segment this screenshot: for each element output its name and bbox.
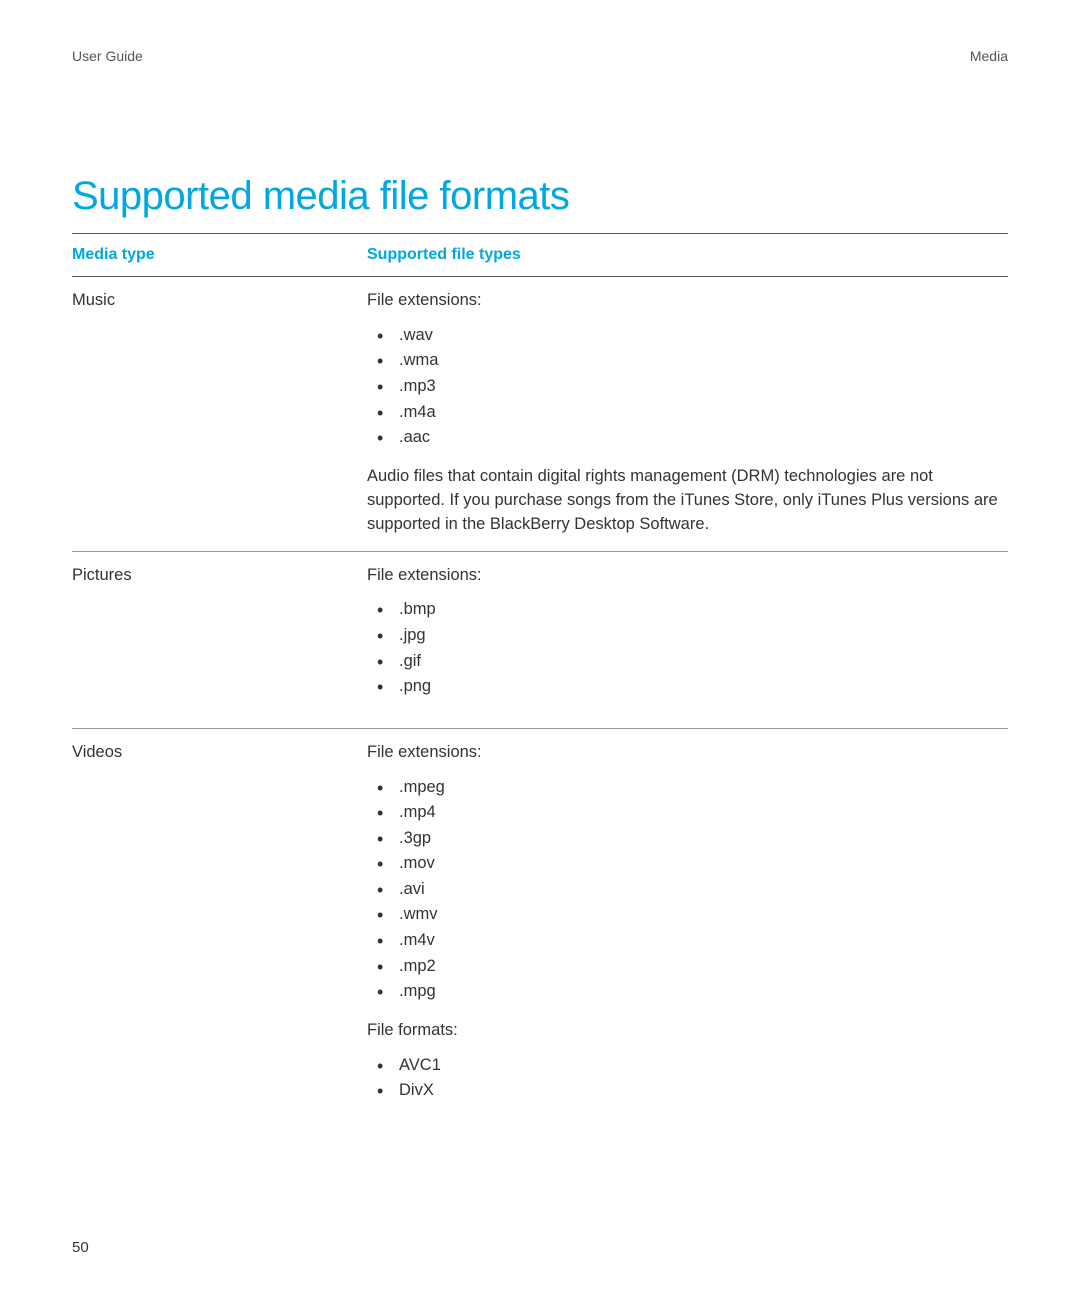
list-item: .jpg bbox=[377, 623, 1008, 649]
list-item: .avi bbox=[377, 877, 1008, 903]
header-left: User Guide bbox=[72, 48, 143, 64]
list-item: .wmv bbox=[377, 902, 1008, 928]
list-item: .gif bbox=[377, 649, 1008, 675]
page-title: Supported media file formats bbox=[72, 174, 1008, 219]
list-item: DivX bbox=[377, 1078, 1008, 1104]
page-number: 50 bbox=[72, 1239, 89, 1256]
extensions-lead: File extensions: bbox=[367, 564, 1008, 588]
formats-lead: File formats: bbox=[367, 1019, 1008, 1043]
list-item: .mpeg bbox=[377, 775, 1008, 801]
list-item: .mp4 bbox=[377, 800, 1008, 826]
list-item: .3gp bbox=[377, 826, 1008, 852]
col-header-media-type: Media type bbox=[72, 234, 367, 277]
list-item: .mp2 bbox=[377, 954, 1008, 980]
table-row: Pictures File extensions: .bmp .jpg .gif… bbox=[72, 551, 1008, 728]
extensions-lead: File extensions: bbox=[367, 741, 1008, 765]
header-right: Media bbox=[970, 48, 1008, 64]
list-item: .aac bbox=[377, 425, 1008, 451]
extensions-lead: File extensions: bbox=[367, 289, 1008, 313]
supported-types-cell: File extensions: .mpeg .mp4 .3gp .mov .a… bbox=[367, 728, 1008, 1118]
table-header-row: Media type Supported file types bbox=[72, 234, 1008, 277]
formats-list: AVC1 DivX bbox=[367, 1053, 1008, 1104]
list-item: .bmp bbox=[377, 597, 1008, 623]
extensions-list: .mpeg .mp4 .3gp .mov .avi .wmv .m4v .mp2… bbox=[367, 775, 1008, 1005]
media-type-cell: Music bbox=[72, 277, 367, 552]
music-drm-note: Audio files that contain digital rights … bbox=[367, 465, 1008, 537]
extensions-list: .bmp .jpg .gif .png bbox=[367, 597, 1008, 699]
list-item: .mpg bbox=[377, 979, 1008, 1005]
list-item: .png bbox=[377, 674, 1008, 700]
list-item: AVC1 bbox=[377, 1053, 1008, 1079]
list-item: .m4v bbox=[377, 928, 1008, 954]
media-type-cell: Pictures bbox=[72, 551, 367, 728]
extensions-list: .wav .wma .mp3 .m4a .aac bbox=[367, 323, 1008, 451]
page-header: User Guide Media bbox=[72, 48, 1008, 64]
supported-types-cell: File extensions: .wav .wma .mp3 .m4a .aa… bbox=[367, 277, 1008, 552]
list-item: .wma bbox=[377, 348, 1008, 374]
list-item: .mp3 bbox=[377, 374, 1008, 400]
col-header-supported-types: Supported file types bbox=[367, 234, 1008, 277]
list-item: .m4a bbox=[377, 400, 1008, 426]
list-item: .mov bbox=[377, 851, 1008, 877]
list-item: .wav bbox=[377, 323, 1008, 349]
table-row: Music File extensions: .wav .wma .mp3 .m… bbox=[72, 277, 1008, 552]
table-row: Videos File extensions: .mpeg .mp4 .3gp … bbox=[72, 728, 1008, 1118]
media-type-cell: Videos bbox=[72, 728, 367, 1118]
formats-table: Media type Supported file types Music Fi… bbox=[72, 233, 1008, 1118]
supported-types-cell: File extensions: .bmp .jpg .gif .png bbox=[367, 551, 1008, 728]
